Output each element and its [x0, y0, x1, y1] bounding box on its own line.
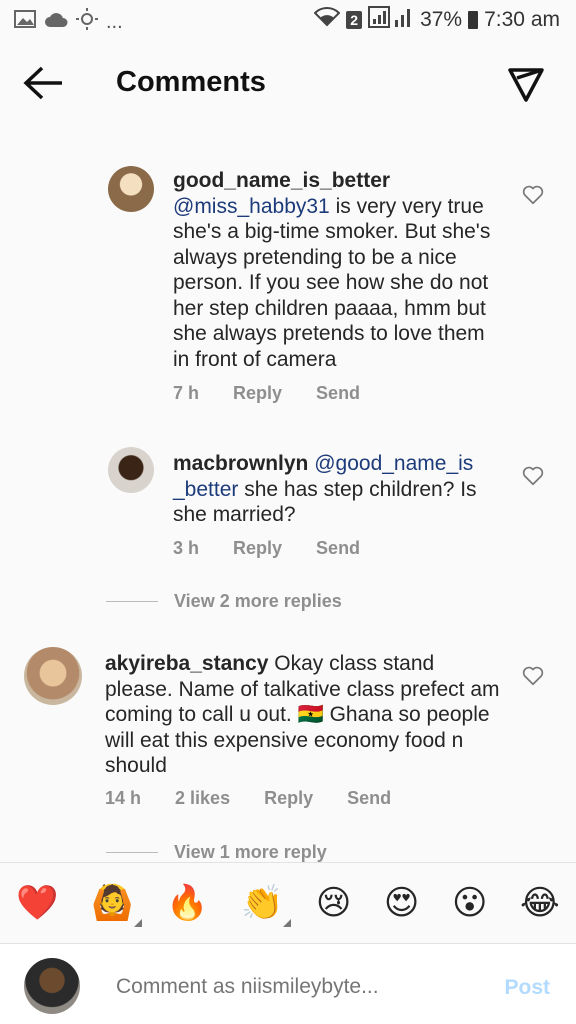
view-more-label: View 2 more replies: [174, 591, 342, 611]
wifi-icon: [313, 7, 341, 33]
divider: [106, 852, 158, 853]
comment-item: good_name_is_better @miss_habby31 is ver…: [0, 160, 576, 410]
emoji-heart-eyes[interactable]: 😍: [384, 883, 419, 923]
comment-username[interactable]: macbrownlyn: [173, 452, 308, 475]
heart-outline-icon: [522, 666, 544, 686]
emoji-glyph: 🙆: [91, 884, 134, 922]
avatar[interactable]: [24, 647, 82, 705]
send-button[interactable]: Send: [347, 788, 391, 809]
comment-meta: 3 h Reply Send: [173, 538, 360, 559]
status-left-icons: ...: [14, 8, 123, 36]
reply-button[interactable]: Reply: [233, 383, 282, 404]
comment-input[interactable]: [114, 974, 438, 1000]
comment-composer: Post: [0, 944, 576, 1024]
comment-text: akyireba_stancy Okay class stand please.…: [105, 651, 505, 779]
avatar[interactable]: [108, 447, 154, 493]
status-right-icons: 2 37% 7:30 am: [313, 6, 560, 34]
reply-button[interactable]: Reply: [264, 788, 313, 809]
send-icon: [508, 68, 544, 102]
back-button[interactable]: [22, 64, 66, 102]
emoji-crying[interactable]: 😢: [316, 883, 351, 923]
comment-item: macbrownlyn @good_name_is _better she ha…: [0, 445, 576, 565]
comment-username[interactable]: good_name_is_better: [173, 169, 390, 192]
comment-text: good_name_is_better @miss_habby31 is ver…: [173, 168, 503, 372]
comment-time: 7 h: [173, 383, 200, 403]
divider: [106, 601, 158, 602]
avatar: [24, 958, 80, 1014]
page-title: Comments: [116, 66, 266, 98]
comment-body: is very very true she's a big-time smoke…: [173, 194, 491, 371]
like-button[interactable]: [522, 665, 544, 687]
emoji-heart[interactable]: ❤️: [16, 883, 58, 923]
comment-username[interactable]: akyireba_stancy: [105, 652, 268, 675]
view-more-replies[interactable]: View 1 more reply: [106, 842, 327, 863]
like-button[interactable]: [522, 465, 544, 487]
image-icon: [14, 10, 36, 34]
comment-time: 3 h: [173, 538, 200, 558]
back-arrow-icon: [23, 66, 62, 100]
emoji-bar: ❤️ 🙆 🔥 👏 😢 😍 😮 😂: [0, 862, 576, 944]
like-button[interactable]: [522, 184, 544, 206]
sim-badge: 2: [346, 11, 363, 29]
heart-outline-icon: [522, 466, 544, 486]
share-button[interactable]: [506, 64, 546, 104]
skin-tone-indicator-icon: [283, 919, 292, 927]
emoji-fire[interactable]: 🔥: [166, 883, 208, 923]
post-button[interactable]: Post: [504, 976, 550, 1000]
view-more-replies[interactable]: View 2 more replies: [106, 591, 342, 612]
more-notifications-icon: ...: [106, 10, 123, 33]
emoji-raised-hands[interactable]: 🙆: [91, 883, 142, 927]
emoji-glyph: 👏: [241, 884, 284, 922]
emoji-clap[interactable]: 👏: [241, 883, 292, 927]
avatar[interactable]: [108, 166, 154, 212]
send-button[interactable]: Send: [316, 538, 360, 559]
comment-mention[interactable]: @miss_habby31: [173, 195, 330, 218]
comment-item: akyireba_stancy Okay class stand please.…: [0, 645, 576, 825]
send-button[interactable]: Send: [316, 383, 360, 404]
brightness-icon: [76, 8, 98, 36]
view-more-label: View 1 more reply: [174, 842, 327, 862]
emoji-surprised[interactable]: 😮: [452, 883, 487, 923]
signal-icon: [368, 6, 414, 34]
likes-count[interactable]: 2 likes: [175, 788, 230, 809]
battery-percent: 37%: [420, 8, 463, 31]
header: Comments: [0, 50, 576, 114]
cloud-icon: [44, 11, 68, 34]
emoji-laughing[interactable]: 😂: [520, 883, 560, 923]
reply-button[interactable]: Reply: [233, 538, 282, 559]
clock: 7:30 am: [484, 8, 560, 31]
heart-outline-icon: [522, 185, 544, 205]
status-bar: ... 2 37% 7:30 am: [0, 0, 576, 40]
comment-text: macbrownlyn @good_name_is _better she ha…: [173, 451, 503, 528]
comment-meta: 14 h 2 likes Reply Send: [105, 788, 391, 809]
skin-tone-indicator-icon: [133, 919, 142, 927]
comment-meta: 7 h Reply Send: [173, 383, 360, 404]
comment-time: 14 h: [105, 788, 142, 808]
battery-icon: [468, 11, 479, 29]
